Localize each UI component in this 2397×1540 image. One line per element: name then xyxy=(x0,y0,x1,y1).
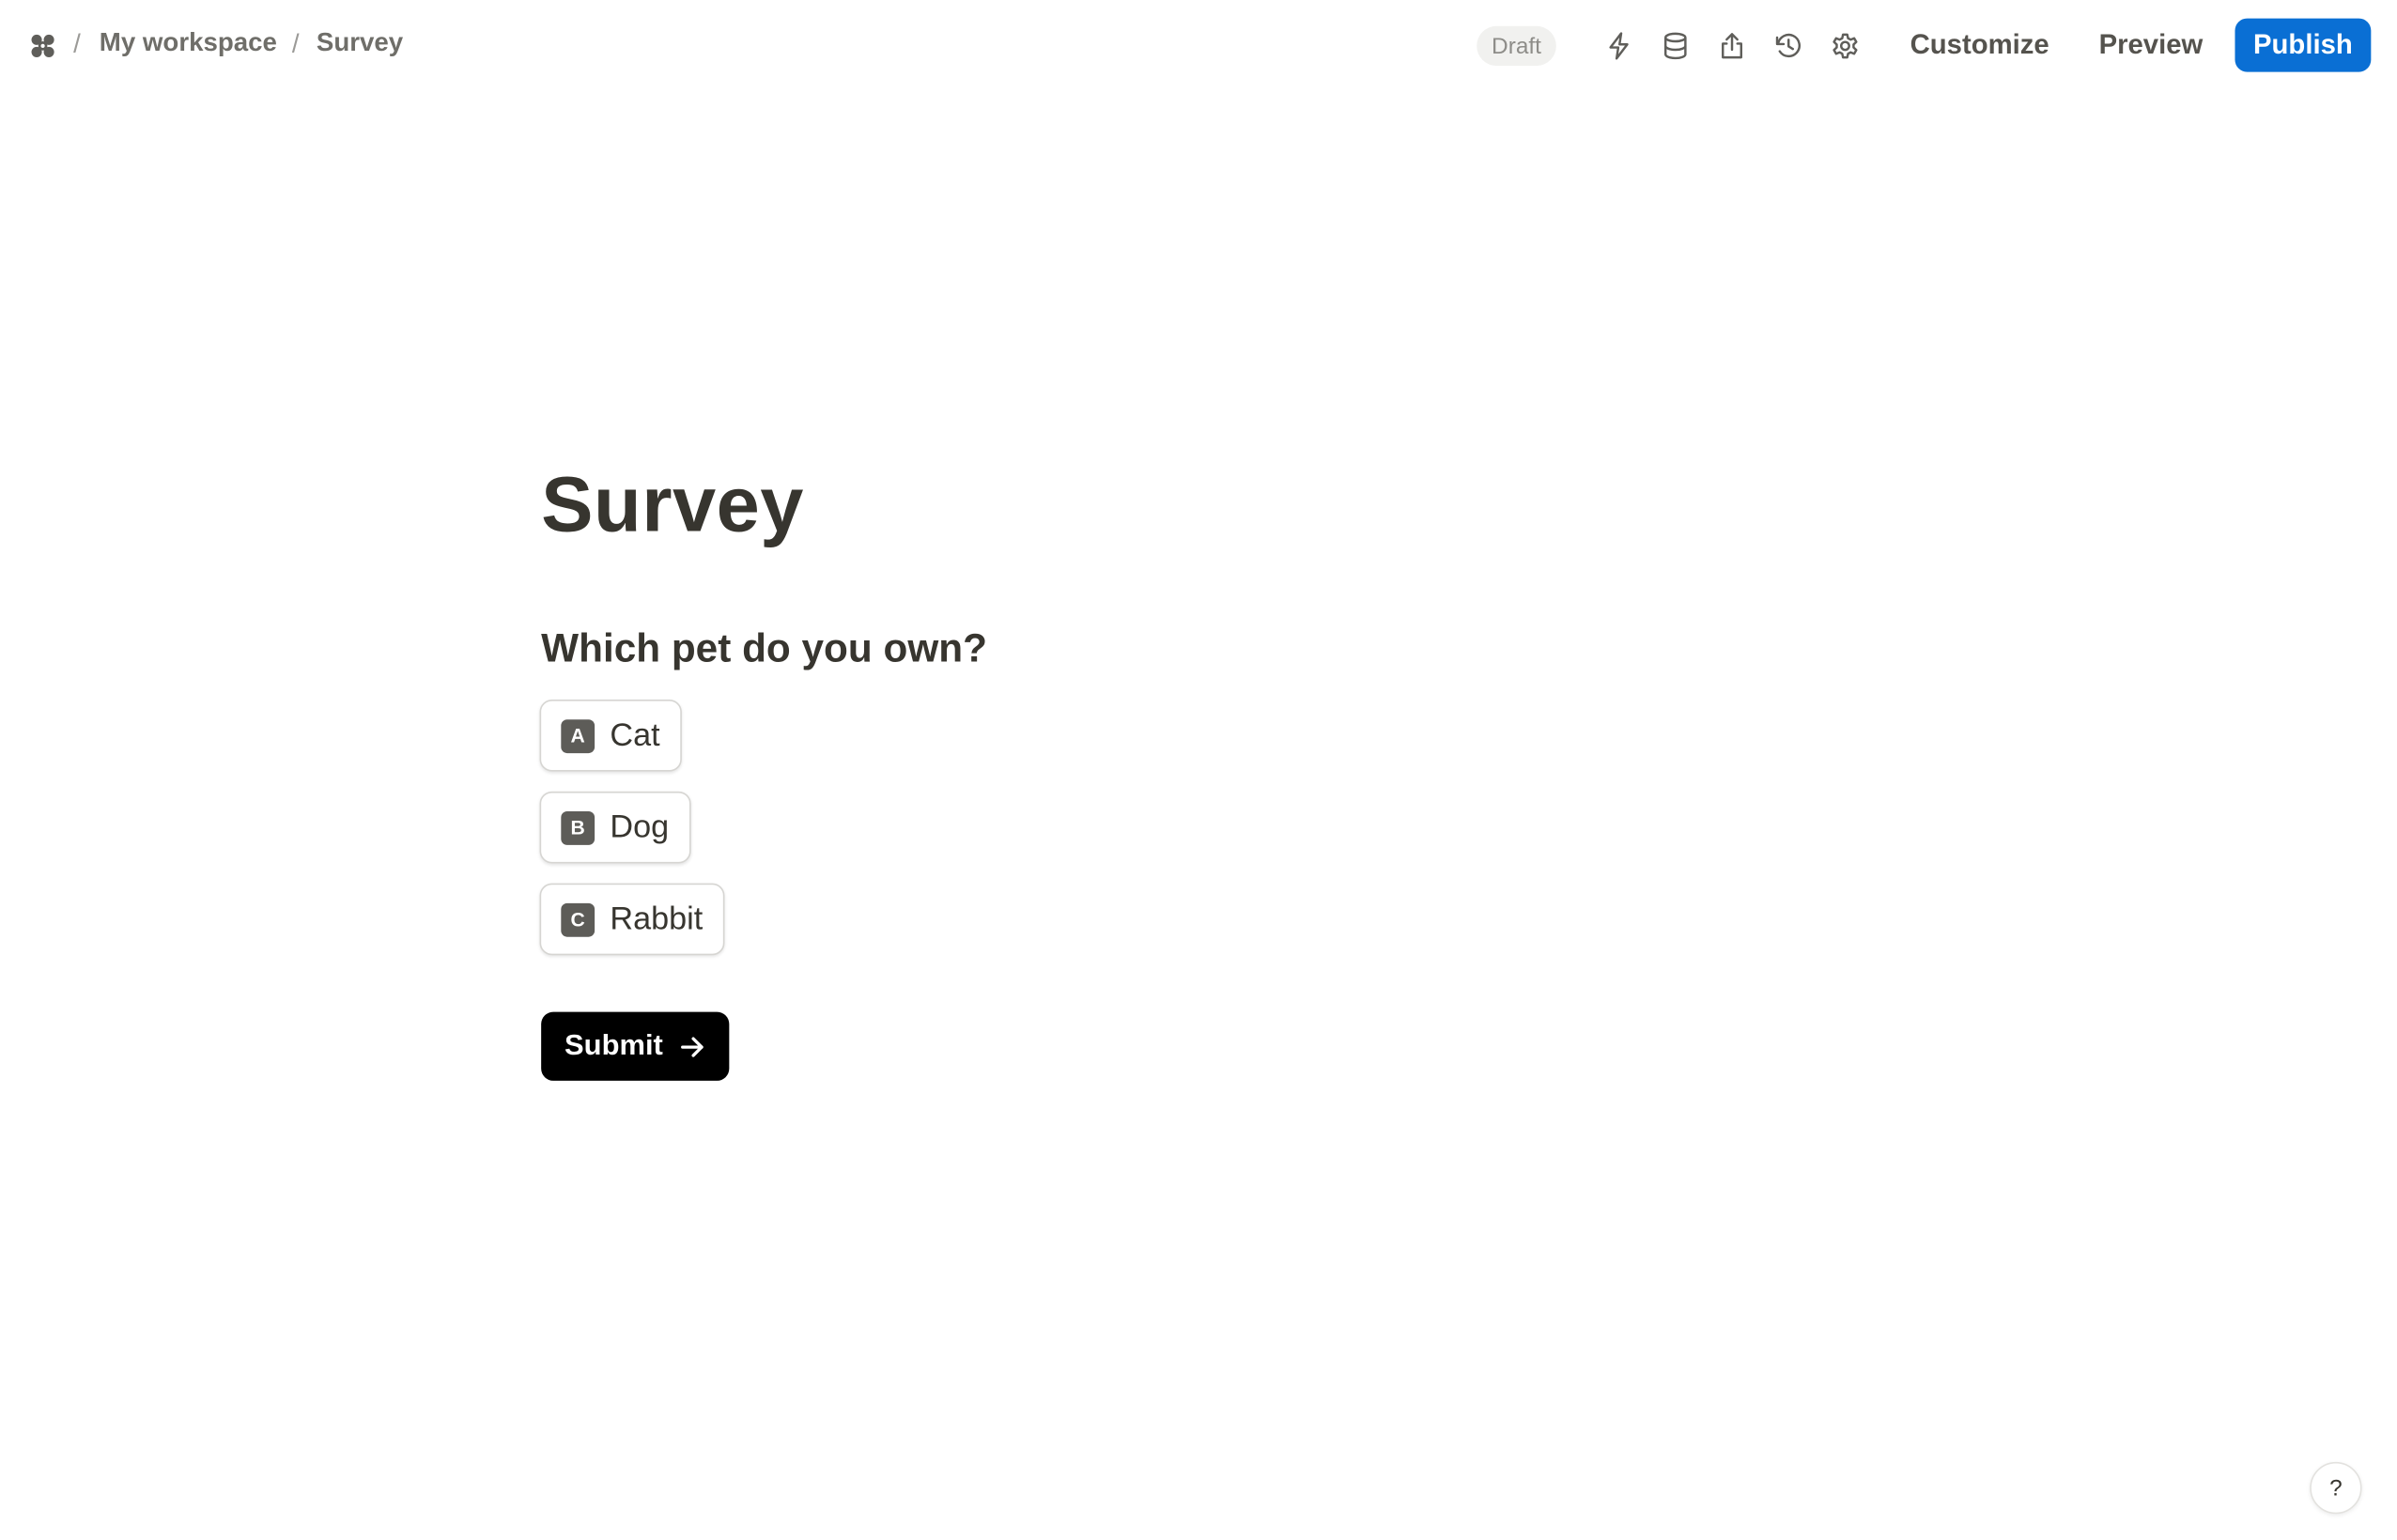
breadcrumb-page[interactable]: Survey xyxy=(317,27,403,58)
publish-button[interactable]: Publish xyxy=(2235,18,2372,72)
option-key-badge: A xyxy=(561,718,595,753)
submit-button[interactable]: Submit xyxy=(541,1011,730,1081)
option-label: Dog xyxy=(610,808,670,845)
preview-button[interactable]: Preview xyxy=(2085,19,2217,70)
help-button[interactable]: ? xyxy=(2310,1461,2362,1515)
status-badge: Draft xyxy=(1477,25,1556,67)
option-label: Rabbit xyxy=(610,901,704,936)
option-cat[interactable]: A Cat xyxy=(539,700,682,772)
option-key-badge: C xyxy=(561,902,595,936)
option-dog[interactable]: B Dog xyxy=(539,791,690,864)
breadcrumb-separator: / xyxy=(291,28,300,58)
pinwheel-logo-icon[interactable] xyxy=(26,29,60,63)
database-icon[interactable] xyxy=(1656,26,1695,66)
option-rabbit[interactable]: C Rabbit xyxy=(539,883,724,956)
arrow-right-icon xyxy=(678,1033,705,1060)
breadcrumb-separator: / xyxy=(73,28,81,58)
breadcrumb-workspace[interactable]: My workspace xyxy=(100,27,277,58)
page-title: Survey xyxy=(541,460,804,548)
option-key-badge: B xyxy=(561,810,595,845)
share-icon[interactable] xyxy=(1712,26,1752,66)
submit-label: Submit xyxy=(564,1029,663,1062)
gear-icon[interactable] xyxy=(1825,26,1864,66)
top-bar: / My workspace / Survey Draft Customize … xyxy=(0,0,2397,92)
question-label: Which pet do you own? xyxy=(541,624,987,671)
app-root: / My workspace / Survey Draft Customize … xyxy=(0,0,2397,1540)
option-label: Cat xyxy=(610,716,660,753)
history-icon[interactable] xyxy=(1769,26,1808,66)
customize-button[interactable]: Customize xyxy=(1897,19,2063,70)
lightning-icon[interactable] xyxy=(1599,26,1638,66)
